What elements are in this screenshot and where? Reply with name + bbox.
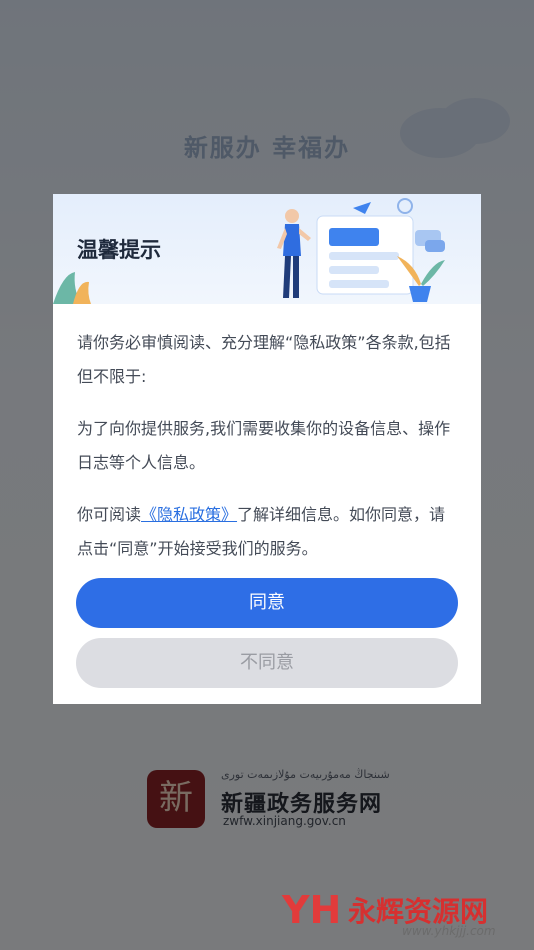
header-illustration [53,198,445,304]
agree-button[interactable]: 同意 [76,578,458,628]
plant-left-illustration [53,272,91,304]
watermark-logo: YH [282,888,342,932]
consent-text-prefix: 你可阅读 [77,505,142,524]
data-collection-paragraph: 为了向你提供服务,我们需要收集你的设备信息、操作日志等个人信息。 [77,419,451,472]
dialog-body: 请你务必审慎阅读、充分理解“隐私政策”各条款,包括但不限于: 为了向你提供服务,… [53,304,481,566]
watermark-url: www.yhkjjj.com [402,924,496,938]
privacy-policy-link[interactable]: 《隐私政策》 [141,505,237,524]
consent-paragraph: 你可阅读《隐私政策》了解详细信息。如你同意，请点击“同意”开始接受我们的服务。 [77,498,457,566]
dialog-header: 温馨提示 [53,194,481,304]
privacy-dialog: 温馨提示 请你务必审慎阅读、充分理解“隐私政策”各条款,包括但不限于: 为了向你… [53,194,481,704]
person-illustration [277,209,311,298]
watermark: YH 永辉资源网 www.yhkjjj.com [282,888,522,944]
notice-paragraph: 请你务必审慎阅读、充分理解“隐私政策”各条款,包括但不限于: [77,333,451,386]
disagree-button[interactable]: 不同意 [76,638,458,688]
